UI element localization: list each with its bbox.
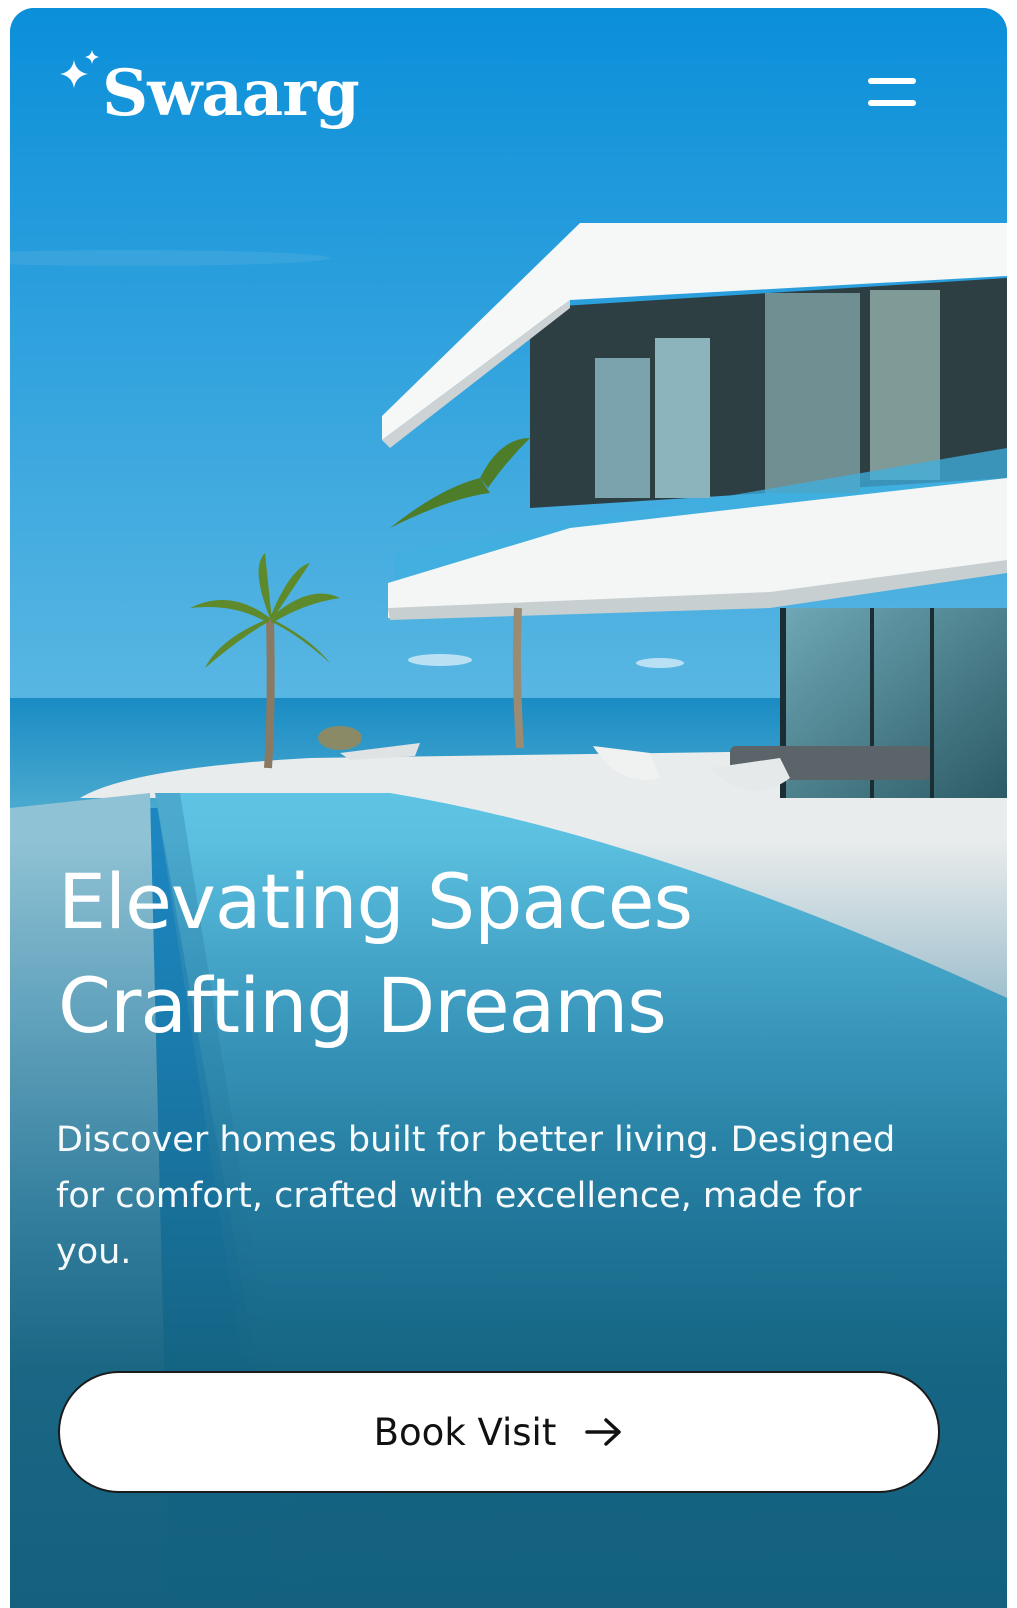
book-visit-label: Book Visit bbox=[373, 1410, 557, 1454]
hero-subtext: Discover homes built for better living. … bbox=[56, 1120, 896, 1272]
headline-line-1: Elevating Spaces bbox=[58, 857, 693, 946]
hamburger-menu-icon[interactable] bbox=[866, 76, 918, 110]
hero-headline: Elevating Spaces Crafting Dreams bbox=[58, 850, 958, 1058]
headline-line-2: Crafting Dreams bbox=[58, 961, 667, 1050]
sparkle-icon bbox=[60, 50, 99, 88]
arrow-right-icon bbox=[585, 1418, 622, 1446]
hero-section: Swaarg Elevating Spaces Crafting Dreams … bbox=[10, 8, 1007, 1608]
brand-name: Swaarg bbox=[102, 56, 360, 131]
hero-background-image bbox=[10, 8, 1007, 1608]
menu-bar-top bbox=[868, 78, 916, 84]
brand-logo[interactable]: Swaarg bbox=[58, 50, 360, 131]
menu-bar-bottom bbox=[868, 100, 916, 106]
book-visit-button[interactable]: Book Visit bbox=[58, 1371, 940, 1493]
